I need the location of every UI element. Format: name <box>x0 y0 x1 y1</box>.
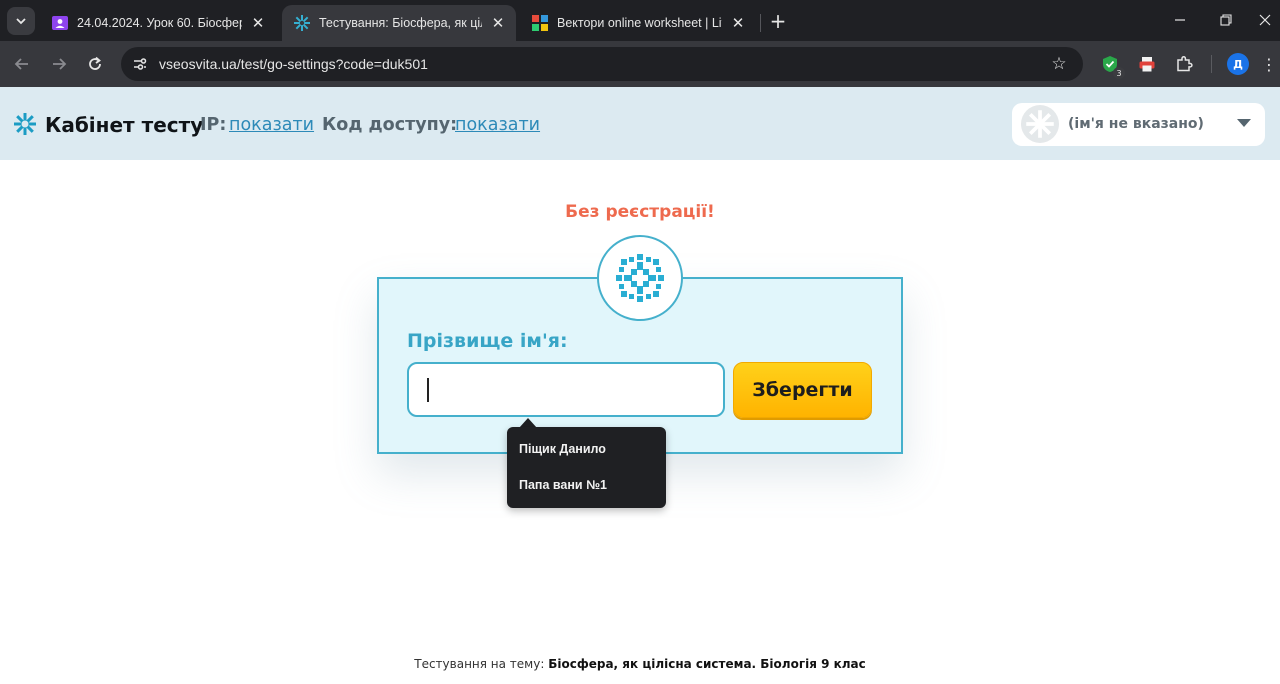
topic-prefix: Тестування на тему: <box>414 657 545 671</box>
bookmark-star-icon[interactable]: ☆ <box>1049 54 1069 74</box>
brand-title: Кабінет тесту <box>45 113 204 137</box>
plus-icon: + <box>769 9 787 33</box>
puzzle-icon <box>1177 56 1193 72</box>
close-icon[interactable]: ✕ <box>490 15 506 32</box>
topic-title: Біосфера, як цілісна система. Біологія 9… <box>548 657 866 671</box>
name-field-label: Прізвище ім'я: <box>407 330 568 352</box>
site-settings-icon[interactable] <box>130 54 150 74</box>
text-cursor <box>427 378 429 402</box>
profile-avatar[interactable]: Д <box>1227 53 1249 75</box>
printer-icon <box>1139 57 1155 72</box>
close-icon[interactable]: ✕ <box>250 15 266 32</box>
close-icon[interactable]: ✕ <box>730 15 746 32</box>
user-name: (ім'я не вказано) <box>1068 116 1204 132</box>
avatar <box>1021 105 1059 143</box>
card-emblem <box>597 235 683 321</box>
restore-icon <box>1220 14 1232 26</box>
access-code-label: Код доступу: <box>322 115 458 135</box>
address-bar[interactable]: vseosvita.ua/test/go-settings?code=duk50… <box>121 47 1083 81</box>
tab-search-button[interactable] <box>7 7 35 35</box>
extension-shield-button[interactable]: 3 <box>1099 53 1125 79</box>
caret-down-icon <box>1237 119 1251 127</box>
reload-button[interactable] <box>82 51 108 77</box>
show-access-code-link[interactable]: показати <box>455 115 540 135</box>
new-tab-button[interactable]: + <box>766 9 790 33</box>
close-icon <box>1259 14 1271 26</box>
ip-label: IP: <box>200 115 227 135</box>
autocomplete-item[interactable]: Папа вани №1 <box>519 478 607 492</box>
name-input[interactable] <box>407 362 725 417</box>
chevron-down-icon <box>16 18 26 25</box>
test-topic-footer: Тестування на тему: Біосфера, як цілісна… <box>0 657 1280 671</box>
browser-toolbar: vseosvita.ua/test/go-settings?code=duk50… <box>0 41 1280 87</box>
extension-print-button[interactable] <box>1136 53 1158 75</box>
forward-button[interactable] <box>46 51 72 77</box>
extension-badge: 3 <box>1113 67 1125 79</box>
toolbar-divider <box>1211 55 1212 73</box>
classroom-icon <box>52 15 68 31</box>
more-menu-icon[interactable]: ⋮ <box>1261 53 1277 75</box>
restore-button[interactable] <box>1213 8 1239 32</box>
tab-title: 24.04.2024. Урок 60. Біосфера як <box>77 16 242 30</box>
autocomplete-dropdown: Піщик Данило Папа вани №1 <box>507 427 666 508</box>
url-text: vseosvita.ua/test/go-settings?code=duk50… <box>159 56 428 72</box>
snowflake-emblem-icon <box>616 254 664 302</box>
extensions-button[interactable] <box>1173 53 1195 75</box>
tab-title: Вектори online worksheet | Live <box>557 16 722 30</box>
tab-test[interactable]: Тестування: Біосфера, як цілісна ✕ <box>282 5 516 41</box>
snowflake-logo-icon <box>14 113 36 135</box>
back-button[interactable] <box>9 51 35 77</box>
close-window-button[interactable] <box>1252 8 1278 32</box>
browser-tab-bar: 24.04.2024. Урок 60. Біосфера як ✕ Тесту… <box>0 0 1280 41</box>
show-ip-link[interactable]: показати <box>229 115 314 135</box>
autocomplete-item[interactable]: Піщик Данило <box>519 442 606 456</box>
snowflake-avatar-icon <box>1026 110 1054 138</box>
save-button[interactable]: Зберегти <box>733 362 872 418</box>
arrow-right-icon <box>53 58 67 70</box>
vseosvita-icon <box>294 15 310 31</box>
tab-lesson[interactable]: 24.04.2024. Урок 60. Біосфера як ✕ <box>40 5 276 41</box>
tab-divider <box>760 14 761 32</box>
tab-title: Тестування: Біосфера, як цілісна <box>319 16 482 30</box>
minimize-icon <box>1175 19 1185 21</box>
reload-icon <box>89 56 101 70</box>
tab-worksheet[interactable]: Вектори online worksheet | Live ✕ <box>520 5 756 41</box>
minimize-button[interactable] <box>1167 8 1193 32</box>
no-registration-notice: Без реєстрації! <box>565 202 715 222</box>
user-dropdown[interactable]: (ім'я не вказано) <box>1012 103 1265 146</box>
arrow-left-icon <box>14 58 28 70</box>
liveworksheets-icon <box>532 15 548 31</box>
